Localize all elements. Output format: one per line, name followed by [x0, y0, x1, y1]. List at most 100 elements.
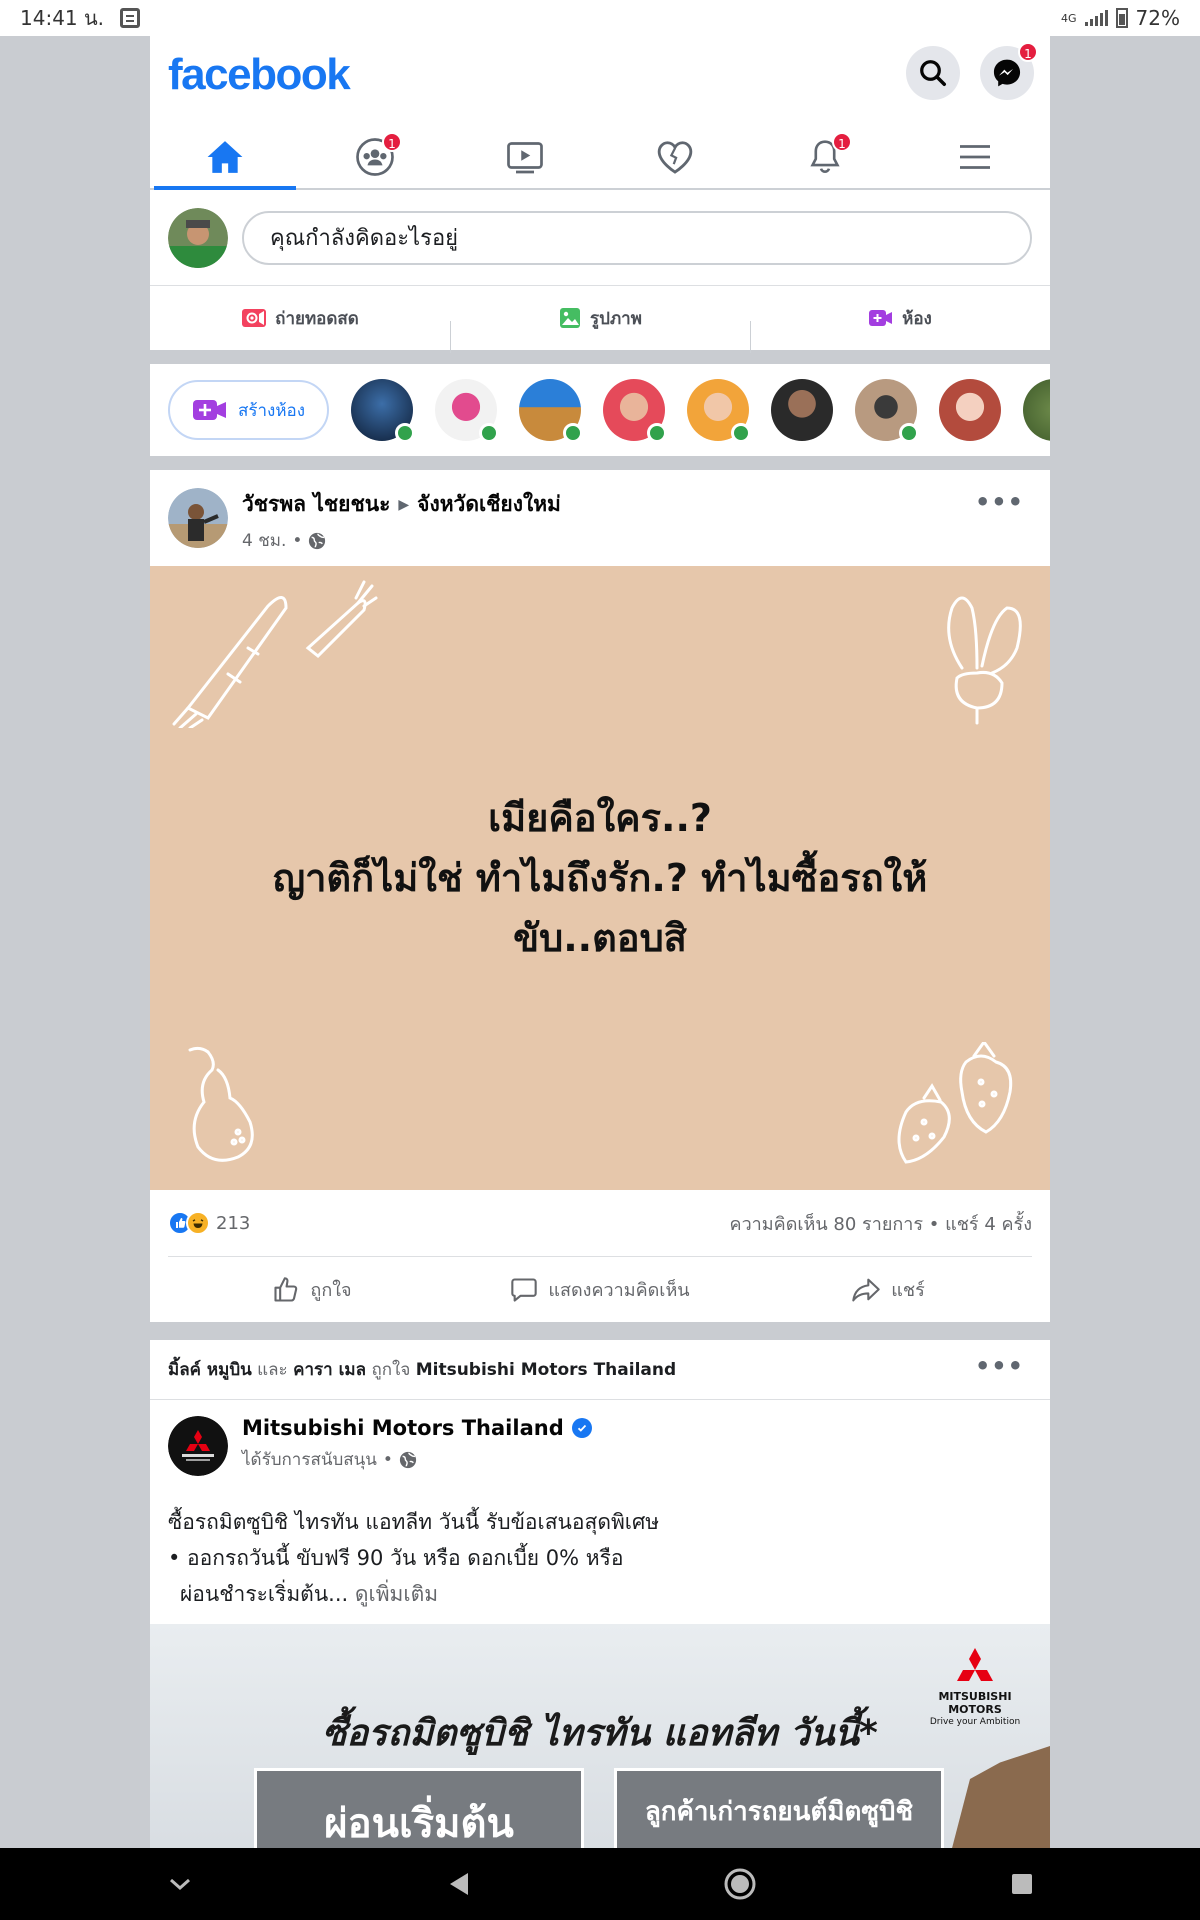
- photo-label: รูปภาพ: [590, 308, 642, 329]
- rooms-bar: สร้างห้อง: [150, 364, 1050, 456]
- sponsored-label[interactable]: ได้รับการสนับสนุน: [242, 1446, 377, 1473]
- post-options-icon[interactable]: •••: [975, 488, 1024, 516]
- main-tabs: 1 1: [150, 126, 1050, 190]
- meta-separator: •: [292, 530, 303, 551]
- like-label: ถูกใจ: [310, 1280, 352, 1301]
- haha-reaction-icon: [186, 1211, 210, 1235]
- comment-icon: [511, 1277, 538, 1302]
- ad-body-text: ซื้อรถมิตซูบิชิ ไทรทัน แอทลีท วันนี้ รับ…: [150, 1488, 1050, 1624]
- comment-label: แสดงความคิดเห็น: [548, 1280, 690, 1301]
- post-location[interactable]: จังหวัดเชียงใหม่: [417, 488, 561, 521]
- share-label: แชร์: [891, 1280, 925, 1301]
- photo-button[interactable]: รูปภาพ: [450, 305, 750, 353]
- sponsored-post: มิ้ลค์ หมูบิน และ คารา เมล ถูกใจ Mitsubi…: [150, 1340, 1050, 1848]
- liked-page[interactable]: Mitsubishi Motors Thailand: [416, 1360, 676, 1380]
- post-time[interactable]: 4 ชม.: [242, 527, 286, 554]
- see-more-link[interactable]: ดูเพิ่มเติม: [355, 1582, 438, 1606]
- android-nav-bar: [0, 1848, 1200, 1920]
- live-video-icon: [242, 309, 267, 327]
- hamburger-menu-icon: [960, 145, 990, 169]
- post-composer: คุณกำลังคิดอะไรอยู่ ถ่ายทอดสด รูปภาพ ห้อ…: [150, 190, 1050, 353]
- chevron-down-icon[interactable]: [166, 1874, 194, 1894]
- page-name[interactable]: Mitsubishi Motors Thailand: [242, 1416, 564, 1440]
- verified-badge-icon: [571, 1418, 592, 1438]
- room-friend-avatar[interactable]: [351, 379, 416, 443]
- recent-apps-icon[interactable]: [1010, 1872, 1034, 1896]
- online-indicator: [563, 423, 584, 443]
- radish-illustration: [947, 596, 1022, 725]
- tab-watch[interactable]: [450, 126, 600, 188]
- status-time: 14:41 น.: [20, 6, 105, 30]
- thumbs-up-icon: [274, 1276, 298, 1302]
- pear-illustration: [188, 1046, 254, 1162]
- back-icon[interactable]: [447, 1871, 471, 1897]
- live-video-button[interactable]: ถ่ายทอดสด: [150, 305, 450, 332]
- post-author[interactable]: วัชรพล ไชยชนะ: [242, 488, 390, 521]
- watch-icon: [507, 142, 543, 174]
- globe-icon: [399, 1451, 417, 1468]
- tab-dating[interactable]: [600, 126, 750, 188]
- reaction-count: 213: [216, 1212, 251, 1234]
- messenger-button[interactable]: 1: [980, 42, 1038, 100]
- post-text-line: ญาติก็ไม่ใช่ ทำไมถึงรัก.? ทำไมซื้อรถให้: [272, 856, 928, 900]
- groups-badge: 1: [382, 132, 402, 152]
- whats-on-your-mind-input[interactable]: คุณกำลังคิดอะไรอยู่: [242, 210, 1032, 265]
- tab-menu[interactable]: [900, 126, 1050, 188]
- live-video-label: ถ่ายทอดสด: [275, 308, 359, 329]
- battery-level: 72%: [1135, 6, 1180, 30]
- room-friend-avatar[interactable]: [939, 379, 1002, 441]
- ad-text-line: ผ่อนชำระเริ่มต้น...: [180, 1582, 349, 1606]
- room-friend-avatar[interactable]: [687, 379, 752, 443]
- ad-image[interactable]: ซื้อรถมิตซูบิชิ ไทรทัน แอทลีท วันนี้* MI…: [150, 1624, 1050, 1848]
- mountain-decoration: [950, 1746, 1050, 1848]
- mitsubishi-diamonds-icon: [957, 1648, 993, 1681]
- page-avatar[interactable]: [168, 1416, 228, 1476]
- search-icon: [920, 60, 946, 86]
- room-friend-avatar[interactable]: [603, 379, 668, 443]
- my-avatar[interactable]: [168, 207, 228, 268]
- create-room-button[interactable]: สร้างห้อง: [168, 380, 330, 440]
- room-friend-avatar[interactable]: [519, 379, 584, 443]
- room-friend-avatar[interactable]: [771, 379, 834, 441]
- feed-post: วัชรพล ไชยชนะ ▶ จังหวัดเชียงใหม่ 4 ชม. •…: [150, 470, 1050, 1322]
- reactions-summary[interactable]: 213: [168, 1211, 250, 1235]
- meta-separator: •: [382, 1449, 393, 1470]
- post-text-line: เมียคือใคร..?: [488, 796, 712, 840]
- post-actions: ถูกใจ แสดงความคิดเห็น แชร์: [168, 1256, 1032, 1322]
- signal-icon: [1084, 10, 1108, 26]
- share-button[interactable]: แชร์: [744, 1275, 1032, 1304]
- globe-icon: [309, 532, 326, 549]
- room-friend-avatar[interactable]: [1023, 379, 1050, 441]
- search-button[interactable]: [906, 46, 960, 100]
- online-indicator: [731, 423, 752, 443]
- home-icon: [207, 141, 243, 173]
- friends-liked-bar: มิ้ลค์ หมูบิน และ คารา เมล ถูกใจ Mitsubi…: [150, 1340, 1050, 1400]
- tab-notifications[interactable]: 1: [750, 126, 900, 188]
- room-friend-avatar[interactable]: [855, 379, 920, 443]
- liked-by-friend[interactable]: มิ้ลค์ หมูบิน: [168, 1360, 252, 1380]
- notifications-badge: 1: [832, 132, 852, 152]
- online-indicator: [395, 423, 416, 443]
- brand-line: MITSUBISHI: [938, 1690, 1012, 1703]
- online-indicator: [899, 423, 920, 443]
- room-button[interactable]: ห้อง: [750, 305, 1050, 353]
- ad-offer-box: ผ่อนเริ่มต้น: [254, 1768, 584, 1848]
- online-indicator: [479, 423, 500, 443]
- tab-home[interactable]: [150, 126, 300, 190]
- home-circle-icon[interactable]: [723, 1867, 757, 1901]
- room-label: ห้อง: [902, 308, 932, 329]
- author-avatar[interactable]: [168, 488, 228, 548]
- post-options-icon[interactable]: •••: [975, 1352, 1024, 1380]
- carrot-illustration: [172, 580, 378, 728]
- post-text: เมียคือใคร..? ญาติก็ไม่ใช่ ทำไมถึงรัก.? …: [220, 788, 980, 968]
- facebook-logo[interactable]: facebook: [168, 50, 351, 100]
- post-background-card[interactable]: เมียคือใคร..? ญาติก็ไม่ใช่ ทำไมถึงรัก.? …: [150, 566, 1050, 1190]
- post-text-line: ขับ..ตอบสิ: [513, 916, 687, 960]
- comment-button[interactable]: แสดงความคิดเห็น: [456, 1275, 744, 1304]
- comments-shares-count[interactable]: ความคิดเห็น 80 รายการ • แชร์ 4 ครั้ง: [730, 1209, 1032, 1238]
- tab-groups[interactable]: 1: [300, 126, 450, 188]
- like-button[interactable]: ถูกใจ: [168, 1275, 456, 1304]
- room-friend-avatar[interactable]: [435, 379, 500, 443]
- liked-by-friend[interactable]: คารา เมล: [293, 1360, 366, 1380]
- post-stats: 213 ความคิดเห็น 80 รายการ • แชร์ 4 ครั้ง: [150, 1190, 1050, 1256]
